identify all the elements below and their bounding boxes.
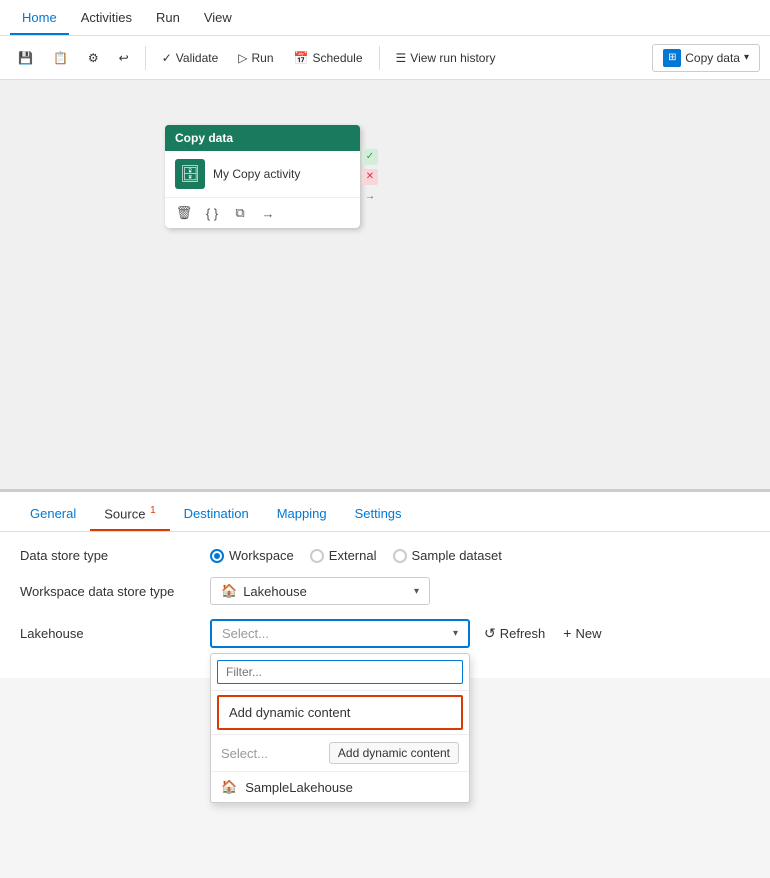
sample-lakehouse-icon: 🏠 xyxy=(221,779,237,795)
run-button[interactable]: ▷ Run xyxy=(230,47,281,69)
publish-button[interactable]: 📋 xyxy=(45,47,76,69)
run-activity-button[interactable]: → xyxy=(257,202,279,224)
radio-sample-circle xyxy=(393,549,407,563)
save-button[interactable]: 💾 xyxy=(10,47,41,69)
lakehouse-dropdown-popup: Add dynamic content Select... Add dynami… xyxy=(210,653,470,803)
radio-workspace-label: Workspace xyxy=(229,548,294,563)
workspace-ds-type-dropdown[interactable]: 🏠 Lakehouse ▾ xyxy=(210,577,430,605)
top-nav: Home Activities Run View xyxy=(0,0,770,36)
panel-content: Data store type Workspace External Sampl… xyxy=(0,532,770,678)
radio-sample-label: Sample dataset xyxy=(412,548,502,563)
lakehouse-dropdown-wrapper: Select... ▾ Add dynamic content xyxy=(210,619,470,648)
lakehouse-dropdown-icon: 🏠 xyxy=(221,583,237,599)
data-store-type-value: Workspace External Sample dataset xyxy=(210,548,750,563)
add-dynamic-content-item[interactable]: Add dynamic content xyxy=(217,695,463,730)
validate-button[interactable]: ✓ Validate xyxy=(154,47,227,69)
node-connectors: ✓ ✕ → xyxy=(362,125,378,228)
activity-footer: 🗑 { } ⧉ → xyxy=(165,197,360,228)
workspace-ds-type-label: Workspace data store type xyxy=(20,584,210,599)
copy-data-icon: ⊞ xyxy=(663,49,681,67)
select-placeholder-item[interactable]: Select... Add dynamic content xyxy=(211,735,469,771)
workspace-ds-type-value: 🏠 Lakehouse ▾ xyxy=(210,577,750,605)
radio-external-label: External xyxy=(329,548,377,563)
tab-source[interactable]: Source 1 xyxy=(90,497,169,531)
panel-tabs: General Source 1 Destination Mapping Set… xyxy=(0,492,770,532)
play-icon: ▷ xyxy=(238,51,247,65)
nav-tab-run[interactable]: Run xyxy=(144,2,192,35)
add-dynamic-tooltip-box: Add dynamic content xyxy=(329,742,459,764)
code-activity-button[interactable]: { } xyxy=(201,202,223,224)
separator-2 xyxy=(379,46,380,70)
lakehouse-chevron: ▾ xyxy=(453,628,458,639)
fail-connector[interactable]: ✕ xyxy=(362,169,378,185)
radio-sample-dataset[interactable]: Sample dataset xyxy=(393,548,502,563)
undo-button[interactable]: ↩ xyxy=(111,47,137,69)
radio-workspace-circle xyxy=(210,549,224,563)
workspace-ds-type-value-text: Lakehouse xyxy=(243,584,307,599)
copy-data-chevron: ▾ xyxy=(744,52,749,63)
save-icon: 💾 xyxy=(18,51,33,65)
tab-destination[interactable]: Destination xyxy=(170,498,263,531)
workspace-ds-type-row: Workspace data store type 🏠 Lakehouse ▾ xyxy=(20,577,750,605)
lakehouse-placeholder: Select... xyxy=(222,626,269,641)
view-run-history-button[interactable]: ☰ View run history xyxy=(388,47,504,69)
delete-activity-button[interactable]: 🗑 xyxy=(173,202,195,224)
separator-1 xyxy=(145,46,146,70)
schedule-button[interactable]: 📅 Schedule xyxy=(286,47,371,69)
undo-icon: ↩ xyxy=(119,51,129,65)
radio-group-store-type: Workspace External Sample dataset xyxy=(210,548,502,563)
data-store-type-row: Data store type Workspace External Sampl… xyxy=(20,548,750,563)
lakehouse-row: Lakehouse Select... ▾ xyxy=(20,619,750,648)
checkmark-icon: ✓ xyxy=(162,51,172,65)
tab-settings[interactable]: Settings xyxy=(341,498,416,531)
activity-header: Copy data xyxy=(165,125,360,151)
workspace-ds-chevron: ▾ xyxy=(414,586,419,597)
lakehouse-label: Lakehouse xyxy=(20,619,210,641)
gear-icon: ⚙ xyxy=(88,51,99,65)
bottom-panel: General Source 1 Destination Mapping Set… xyxy=(0,490,770,678)
activity-body: 🗄 My Copy activity xyxy=(165,151,360,197)
nav-tab-activities[interactable]: Activities xyxy=(69,2,144,35)
lakehouse-value: Select... ▾ Add dynamic content xyxy=(210,619,750,648)
activity-name: My Copy activity xyxy=(213,167,300,181)
activity-type-icon: 🗄 xyxy=(175,159,205,189)
data-store-type-label: Data store type xyxy=(20,548,210,563)
next-connector[interactable]: → xyxy=(362,189,378,205)
radio-external-circle xyxy=(310,549,324,563)
tab-general[interactable]: General xyxy=(16,498,90,531)
toolbar: 💾 📋 ⚙ ↩ ✓ Validate ▷ Run 📅 Schedule ☰ Vi… xyxy=(0,36,770,80)
radio-external[interactable]: External xyxy=(310,548,377,563)
nav-tab-home[interactable]: Home xyxy=(10,2,69,35)
select-placeholder-text: Select... xyxy=(221,746,268,761)
success-connector[interactable]: ✓ xyxy=(362,149,378,165)
history-icon: ☰ xyxy=(396,51,407,65)
publish-icon: 📋 xyxy=(53,51,68,65)
settings-button[interactable]: ⚙ xyxy=(80,47,107,69)
plus-icon: + xyxy=(563,625,571,641)
lakehouse-controls: Select... ▾ Add dynamic content xyxy=(210,619,605,648)
nav-tab-view[interactable]: View xyxy=(192,2,244,35)
new-button[interactable]: + New xyxy=(559,619,605,647)
activity-node[interactable]: Copy data 🗄 My Copy activity 🗑 { } ⧉ → ✓… xyxy=(165,125,360,228)
copy-activity-button[interactable]: ⧉ xyxy=(229,202,251,224)
refresh-button[interactable]: ↺ Refresh xyxy=(480,619,549,648)
lakehouse-dropdown[interactable]: Select... ▾ xyxy=(210,619,470,648)
source-tab-badge: 1 xyxy=(150,505,156,516)
canvas: Copy data 🗄 My Copy activity 🗑 { } ⧉ → ✓… xyxy=(0,80,770,490)
sample-lakehouse-label: SampleLakehouse xyxy=(245,780,353,795)
refresh-icon: ↺ xyxy=(484,625,496,642)
calendar-icon: 📅 xyxy=(294,51,309,65)
filter-wrapper xyxy=(211,654,469,691)
copy-data-button[interactable]: ⊞ Copy data ▾ xyxy=(652,44,760,72)
add-dynamic-content-label: Add dynamic content xyxy=(229,705,350,720)
radio-workspace[interactable]: Workspace xyxy=(210,548,294,563)
sample-lakehouse-item[interactable]: 🏠 SampleLakehouse xyxy=(211,772,469,802)
activity-title: Copy data xyxy=(175,131,233,145)
filter-input[interactable] xyxy=(217,660,463,684)
tab-mapping[interactable]: Mapping xyxy=(263,498,341,531)
